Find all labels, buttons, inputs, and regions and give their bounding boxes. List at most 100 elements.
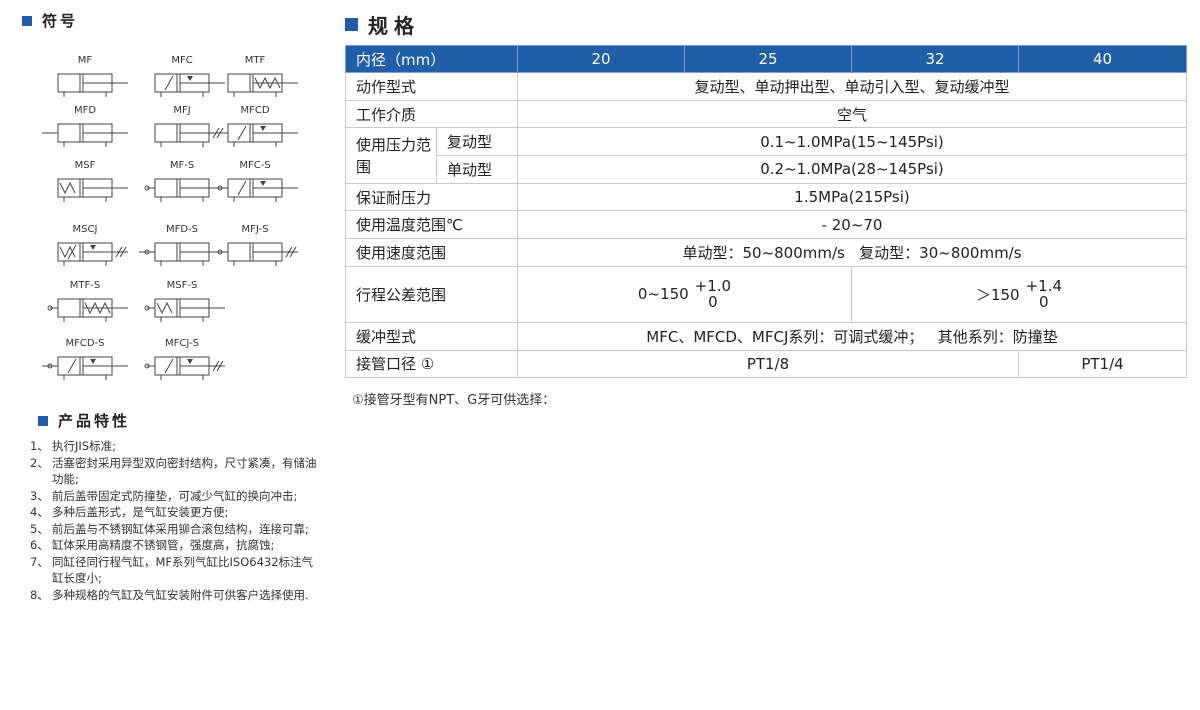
features-section-title: 产品特性 [38, 410, 130, 431]
table-row: 工作介质 空气 [344, 99, 1188, 129]
symbol-label: MFD [73, 105, 97, 116]
features-title: 产品特性 [58, 412, 131, 430]
row-value: 0.2~1.0MPa(28~145Psi) [517, 155, 1188, 184]
spec-table: 内径（mm） 20 25 32 40 动作型式 复动型、单动押出型、单动引入型、… [344, 45, 1188, 379]
cylinder-symbol-icon [144, 356, 225, 380]
stroke-range: ＞150 [975, 285, 1020, 304]
row-value: 0.1~1.0MPa(15~145Psi) [517, 127, 1188, 157]
symbol-item: MTF [210, 55, 300, 105]
feature-text: 活塞密封采用异型双向密封结构，尺寸紧凑，有储油功能; [52, 455, 317, 487]
feature-item: 2、 活塞密封采用异型双向密封结构，尺寸紧凑，有储油功能; [30, 455, 320, 488]
feature-item: 4、 多种后盖形式，是气缸安装更方便; [30, 504, 320, 521]
symbol-label: MTF [244, 55, 266, 66]
table-row: 使用速度范围 单动型：50~800mm/s 复动型：30~800mm/s [344, 238, 1188, 267]
bore-32: 32 [851, 45, 1020, 73]
stroke-range: 0~150 [637, 285, 689, 304]
row-label: 缓冲型式 [344, 321, 519, 351]
row-label: 使用压力范围 [345, 127, 437, 184]
cylinder-symbol-icon [42, 356, 128, 380]
footnote: ①接管牙型有NPT、G牙可供选择： [352, 393, 556, 408]
symbol-item: MSCJ [40, 224, 130, 274]
tolerance-upper: +1.4 [1025, 277, 1063, 296]
feature-item: 6、 缸体采用高精度不锈钢管，强度高，抗腐蚀; [30, 537, 320, 554]
feature-item: 7、 同缸径同行程气缸，MF系列气缸比ISO6432标注气缸长度小; [30, 554, 320, 587]
feature-number: 8、 [30, 587, 49, 602]
symbol-label: MF [77, 55, 93, 66]
feature-text: 执行JIS标准; [52, 439, 116, 453]
cylinder-symbol-icon [212, 123, 298, 147]
row-label: 动作型式 [344, 72, 519, 101]
tolerance-lower: 0 [1039, 293, 1049, 312]
table-row: 单动型 0.2~1.0MPa(28~145Psi) [346, 155, 1188, 184]
symbol-label: MFCJ-S [165, 338, 199, 349]
feature-number: 5、 [30, 521, 49, 536]
row-label: 工作介质 [344, 99, 519, 129]
cylinder-symbol-icon [217, 178, 298, 202]
row-sublabel: 单动型 [435, 155, 519, 184]
port-size-large: PT1/4 [1018, 349, 1188, 379]
feature-item: 3、 前后盖带固定式防撞垫，可减少气缸的换向冲击; [30, 488, 320, 505]
symbol-label: MTF-S [69, 280, 101, 291]
section-marker-icon [345, 18, 358, 31]
feature-item: 8、 多种规格的气缸及气缸安装附件可供客户选择使用. [30, 587, 320, 604]
symbol-item: MFCD [210, 105, 300, 155]
feature-item: 1、 执行JIS标准; [30, 438, 320, 455]
symbol-item: MFCD-S [40, 338, 130, 388]
bore-header-label: 内径（mm） [344, 45, 519, 73]
cylinder-symbol-icon [57, 73, 128, 97]
row-label: 接管口径 ① [344, 349, 519, 379]
symbol-item: MF [40, 55, 130, 105]
symbol-item: MFJ-S [210, 224, 300, 274]
feature-item: 5、 前后盖与不锈钢缸体采用铆合滚包结构，连接可靠; [30, 521, 320, 538]
spec-title: 规格 [368, 14, 420, 38]
stroke-tolerance-a: 0~150 +1.0 0 [517, 265, 853, 323]
row-value: - 20~70 [517, 210, 1188, 240]
table-row: 保证耐压力 1.5MPa(215Psi) [344, 182, 1188, 212]
bore-25: 25 [684, 45, 853, 73]
feature-list: 1、 执行JIS标准; 2、 活塞密封采用异型双向密封结构，尺寸紧凑，有储油功能; … [30, 438, 320, 603]
cylinder-symbol-icon [57, 242, 128, 266]
feature-text: 前后盖与不锈钢缸体采用铆合滚包结构，连接可靠; [52, 521, 309, 536]
symbol-label: MFJ-S [241, 224, 269, 235]
row-label: 使用温度范围℃ [344, 210, 519, 240]
feature-number: 4、 [30, 505, 49, 519]
symbol-item: MFC-S [210, 160, 300, 210]
symbol-item: MSF-S [137, 280, 227, 330]
table-row: 接管口径 ① PT1/8 PT1/4 [344, 349, 1188, 379]
feature-number: 6、 [30, 538, 49, 552]
symbol-label: MFCD-S [65, 338, 105, 349]
table-row: 使用压力范围 复动型 0.1~1.0MPa(15~145Psi) [345, 127, 1188, 184]
feature-number: 7、 [30, 554, 49, 569]
cylinder-symbol-icon [42, 123, 128, 147]
symbol-item: MTF-S [40, 280, 130, 330]
port-size-small: PT1/8 [517, 349, 1020, 379]
bore-40: 40 [1018, 45, 1188, 73]
table-row: 使用温度范围℃ - 20~70 [344, 210, 1188, 240]
feature-number: 2、 [30, 455, 49, 470]
bore-20: 20 [517, 45, 686, 73]
row-label: 使用速度范围 [344, 238, 519, 267]
tolerance-upper: +1.0 [694, 277, 732, 296]
symbol-item: MSF [40, 160, 130, 210]
symbol-label: MSCJ [72, 224, 98, 235]
table-header-row: 内径（mm） 20 25 32 40 [344, 45, 1188, 73]
symbol-item: MFCJ-S [137, 338, 227, 388]
symbol-grid: MF MFC MTF MFD MFJ MFCD MSF MF-S MFC-S MSCJ MFD-S M… [0, 0, 320, 400]
row-label: 行程公差范围 [344, 265, 519, 323]
feature-text: 前后盖带固定式防撞垫，可减少气缸的换向冲击; [52, 488, 298, 503]
row-value: 空气 [517, 99, 1188, 129]
symbol-label: MSF [74, 160, 96, 171]
tolerance-lower: 0 [708, 293, 718, 312]
cylinder-symbol-icon [144, 298, 225, 322]
stroke-tolerance-b: ＞150 +1.4 0 [851, 265, 1188, 323]
row-value: MFC、MFCD、MFCJ系列：可调式缓冲； 其他系列：防撞垫 [517, 321, 1188, 351]
row-value: 单动型：50~800mm/s 复动型：30~800mm/s [517, 238, 1188, 267]
cylinder-symbol-icon [227, 73, 298, 97]
section-marker-icon [38, 415, 48, 426]
feature-text: 多种规格的气缸及气缸安装附件可供客户选择使用. [52, 587, 309, 602]
symbol-label: MFCD [240, 105, 270, 116]
row-sublabel: 复动型 [435, 127, 519, 157]
table-row: 动作型式 复动型、单动押出型、单动引入型、复动缓冲型 [344, 72, 1188, 101]
row-label: 保证耐压力 [344, 182, 519, 212]
symbol-label: MFC-S [239, 160, 271, 171]
